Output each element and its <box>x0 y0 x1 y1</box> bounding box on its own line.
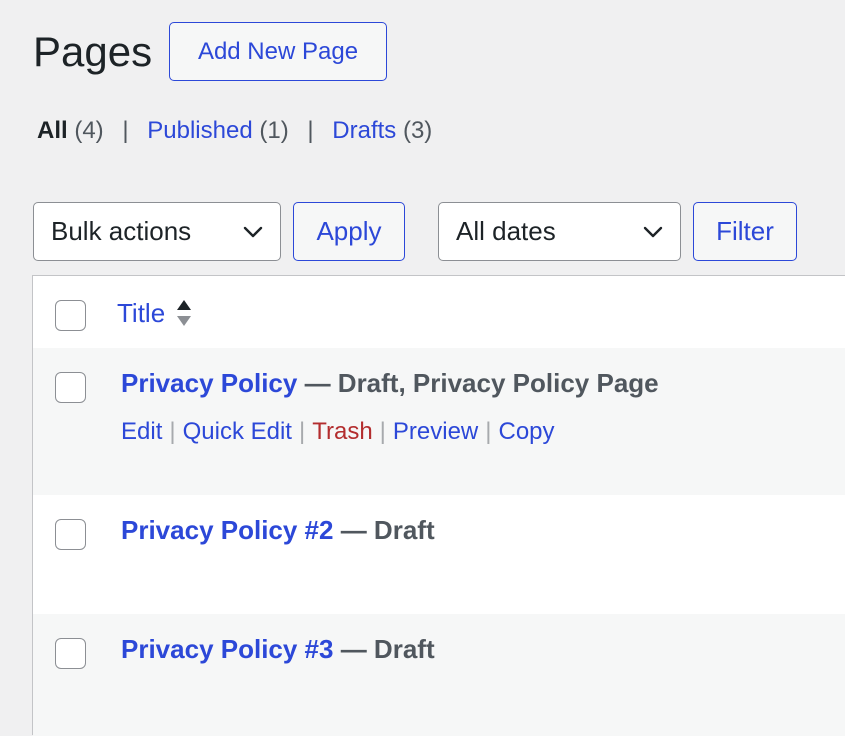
pages-table: Title Privacy Policy — Draft, Privacy Po… <box>32 275 845 736</box>
status-filter-links: All (4) | Published (1) | Drafts (3) <box>37 116 432 146</box>
table-row: Privacy Policy #3 — Draft <box>33 614 845 736</box>
row-checkbox[interactable] <box>55 638 86 669</box>
row-title: Privacy Policy — Draft, Privacy Policy P… <box>121 368 659 399</box>
filter-button[interactable]: Filter <box>693 202 797 261</box>
filter-drafts-link[interactable]: Drafts <box>332 117 396 144</box>
table-header: Title <box>33 276 845 349</box>
title-column-header[interactable]: Title <box>117 297 193 329</box>
copy-link[interactable]: Copy <box>499 418 555 445</box>
filter-separator: | <box>122 117 129 144</box>
sort-icon <box>177 300 192 326</box>
row-checkbox[interactable] <box>55 519 86 550</box>
row-checkbox[interactable] <box>55 372 86 403</box>
filter-all-link[interactable]: All <box>37 117 68 144</box>
dates-select[interactable]: All dates <box>438 202 681 261</box>
row-title: Privacy Policy #2 — Draft <box>121 515 435 546</box>
table-row: Privacy Policy #2 — Draft <box>33 495 845 614</box>
action-separator: | <box>298 418 306 445</box>
row-post-state: — Draft <box>333 515 435 545</box>
filter-published-count: (1) <box>259 117 289 144</box>
action-separator: | <box>379 418 386 445</box>
bulk-actions-select[interactable]: Bulk actions <box>33 202 281 261</box>
row-post-state: — Draft <box>333 634 435 664</box>
filter-separator: | <box>307 117 314 144</box>
quick-edit-link[interactable]: Quick Edit <box>183 418 292 445</box>
row-title-link[interactable]: Privacy Policy #3 <box>121 634 333 664</box>
trash-link[interactable]: Trash <box>312 418 372 445</box>
bulk-actions-value: Bulk actions <box>51 216 192 246</box>
dates-value: All dates <box>456 216 556 246</box>
row-post-state: — Draft, Privacy Policy Page <box>297 368 659 398</box>
table-row: Privacy Policy — Draft, Privacy Policy P… <box>33 348 845 495</box>
row-title: Privacy Policy #3 — Draft <box>121 634 435 665</box>
filter-all-count: (4) <box>74 117 104 144</box>
row-title-link[interactable]: Privacy Policy #2 <box>121 515 333 545</box>
filter-drafts-count: (3) <box>402 117 433 144</box>
row-actions: Edit | Quick Edit | Trash | Preview | Copy <box>121 418 555 446</box>
edit-link[interactable]: Edit <box>121 418 162 445</box>
filter-published-link[interactable]: Published <box>147 117 252 144</box>
row-title-link[interactable]: Privacy Policy <box>121 368 297 398</box>
page-title: Pages <box>33 28 153 75</box>
chevron-down-icon <box>643 226 663 238</box>
chevron-down-icon <box>243 226 263 238</box>
action-separator: | <box>485 418 492 445</box>
action-separator: | <box>169 418 176 445</box>
title-column-label: Title <box>117 297 166 328</box>
add-new-page-button[interactable]: Add New Page <box>169 22 387 81</box>
select-all-checkbox[interactable] <box>55 300 86 331</box>
preview-link[interactable]: Preview <box>393 418 478 445</box>
apply-button[interactable]: Apply <box>293 202 405 261</box>
